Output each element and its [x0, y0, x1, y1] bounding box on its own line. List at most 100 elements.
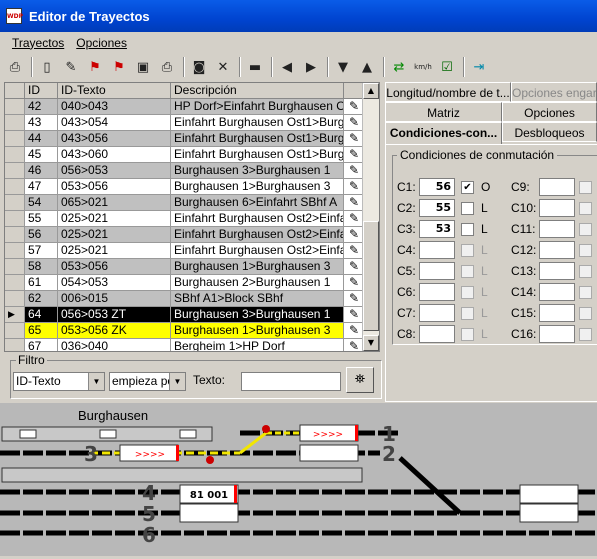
scroll-up-button[interactable]: ▲ [363, 83, 379, 99]
row-indicator[interactable] [5, 211, 25, 227]
cell-id[interactable]: 57 [25, 243, 58, 259]
cell-id[interactable]: 55 [25, 211, 58, 227]
cell-id-texto[interactable]: 053>056 [58, 179, 171, 195]
cell-id[interactable]: 44 [25, 131, 58, 147]
cell-descripcion[interactable]: SBhf A1>Block SBhf [171, 291, 344, 307]
row-indicator[interactable] [5, 291, 25, 307]
table-row[interactable]: ▶ 64 056>053 ZT Burghausen 3>Burghausen 1 ✎ [5, 307, 365, 323]
row-indicator[interactable] [5, 323, 25, 339]
row-indicator[interactable] [5, 99, 25, 115]
table-row[interactable]: 54 065>021 Burghausen 6>Einfahrt SBhf A ✎ [5, 195, 365, 211]
arrow-left-icon[interactable]: ◀ [276, 56, 298, 78]
tab-longitud[interactable]: Longitud/nombre de t... [385, 82, 511, 102]
condition-value-input[interactable] [539, 199, 575, 217]
row-indicator[interactable] [5, 179, 25, 195]
condition-checkbox[interactable] [579, 244, 592, 257]
table-row[interactable]: 44043>056Einfahrt Burghausen Ost1>Burgha… [5, 131, 365, 147]
condition-value-input[interactable] [539, 304, 575, 322]
cell-id-texto[interactable]: 025>021 [58, 211, 171, 227]
scroll-down-button[interactable]: ▼ [363, 335, 379, 351]
cell-id[interactable]: 45 [25, 147, 58, 163]
check-icon[interactable]: ☑ [436, 56, 458, 78]
cell-descripcion[interactable]: Einfahrt Burghausen Ost2>Einfahrt ! [171, 227, 344, 243]
row-indicator[interactable] [5, 275, 25, 291]
print-icon[interactable]: ⎙ [156, 56, 178, 78]
table-row[interactable]: 45043>060Einfahrt Burghausen Ost1>Burgha… [5, 147, 365, 163]
signal-red2-icon[interactable]: ⚑ [108, 56, 130, 78]
table-row[interactable]: 55025>021Einfahrt Burghausen Ost2>Einfah… [5, 211, 365, 227]
condition-checkbox[interactable]: ✔ [461, 181, 474, 194]
table-scrollbar[interactable]: ▲ ▼ [362, 83, 379, 351]
cell-id-texto[interactable]: 025>021 [58, 227, 171, 243]
new-icon[interactable]: ▯ [36, 56, 58, 78]
condition-value-input[interactable]: 55 [419, 199, 455, 217]
cell-id[interactable]: 65 [25, 323, 58, 339]
cell-id-texto[interactable]: 053>056 [58, 259, 171, 275]
cell-descripcion[interactable]: Einfahrt Burghausen Ost1>Burghau [171, 147, 344, 163]
condition-checkbox[interactable] [579, 286, 592, 299]
row-indicator[interactable] [5, 163, 25, 179]
header-id-texto[interactable]: ID-Texto [58, 83, 171, 99]
table-row[interactable]: 58 053>056 Burghausen 1>Burghausen 3 ✎ [5, 259, 365, 275]
condition-checkbox[interactable] [579, 181, 592, 194]
condition-checkbox[interactable] [461, 223, 474, 236]
condition-value-input[interactable] [419, 262, 455, 280]
save-icon[interactable]: ▣ [132, 56, 154, 78]
wizard-icon[interactable]: ✎ [60, 56, 82, 78]
condition-checkbox[interactable] [579, 265, 592, 278]
tab-condiciones[interactable]: Condiciones-con... [385, 122, 502, 145]
condition-checkbox[interactable] [461, 328, 474, 341]
filter-field-select[interactable]: ID-Texto ▼ [13, 372, 105, 391]
cell-descripcion[interactable]: Burghausen 1>Burghausen 3 [171, 323, 344, 339]
condition-checkbox[interactable] [579, 328, 592, 341]
speed-icon[interactable]: km/h [412, 56, 434, 78]
row-indicator[interactable] [5, 227, 25, 243]
row-indicator[interactable] [5, 259, 25, 275]
cell-id-texto[interactable]: 036>040 [58, 339, 171, 351]
cell-id[interactable]: 64 [25, 307, 58, 323]
cell-id-texto[interactable]: 053>056 ZK [58, 323, 171, 339]
condition-checkbox[interactable] [461, 265, 474, 278]
header-descripcion[interactable]: Descripción [171, 83, 344, 99]
cell-descripcion[interactable]: Burghausen 3>Burghausen 1 [171, 307, 344, 323]
condition-checkbox[interactable] [579, 307, 592, 320]
cell-descripcion[interactable]: Burghausen 6>Einfahrt SBhf A [171, 195, 344, 211]
table-row[interactable]: 62 006>015 SBhf A1>Block SBhf ✎ [5, 291, 365, 307]
current-row-pointer-icon[interactable]: ▶ [5, 307, 25, 323]
app-icon[interactable]: WDP [6, 8, 23, 24]
row-indicator[interactable] [5, 195, 25, 211]
cell-id-texto[interactable]: 054>053 [58, 275, 171, 291]
exit-icon[interactable]: ⇥ [468, 56, 490, 78]
condition-checkbox[interactable] [579, 223, 592, 236]
arrow-right-icon[interactable]: ▶ [300, 56, 322, 78]
tab-matriz[interactable]: Matriz [385, 102, 502, 122]
cell-id-texto[interactable]: 056>053 [58, 163, 171, 179]
menu-trayectos[interactable]: Trayectos [12, 36, 64, 50]
cell-descripcion[interactable]: Einfahrt Burghausen Ost1>Burghau [171, 115, 344, 131]
filter-mode-select[interactable]: empieza por ▼ [109, 372, 186, 391]
cell-id-texto[interactable]: 065>021 [58, 195, 171, 211]
scroll-thumb[interactable] [363, 221, 379, 331]
signal-red-icon[interactable]: ⚑ [84, 56, 106, 78]
tab-desbloqueos[interactable]: Desbloqueos [502, 122, 597, 142]
condition-value-input[interactable] [419, 325, 455, 343]
condition-value-input[interactable]: 53 [419, 220, 455, 238]
row-indicator[interactable] [5, 115, 25, 131]
chevron-down-icon[interactable]: ▼ [169, 373, 185, 390]
cell-descripcion[interactable]: Burghausen 1>Burghausen 3 [171, 259, 344, 275]
cell-id-texto[interactable]: 043>060 [58, 147, 171, 163]
binoculars-search-icon[interactable]: ⛯ [346, 367, 374, 393]
cell-id[interactable]: 54 [25, 195, 58, 211]
cell-id[interactable]: 67 [25, 339, 58, 351]
table-row[interactable]: 67 036>040 Bergheim 1>HP Dorf ✎ [5, 339, 365, 351]
menu-opciones[interactable]: Opciones [76, 36, 127, 50]
table-row[interactable]: 46 056>053 Burghausen 3>Burghausen 1 ✎ [5, 163, 365, 179]
condition-checkbox[interactable] [461, 286, 474, 299]
cell-descripcion[interactable]: Burghausen 3>Burghausen 1 [171, 163, 344, 179]
delete-icon[interactable]: ✕ [212, 56, 234, 78]
cell-id[interactable]: 61 [25, 275, 58, 291]
row-indicator[interactable] [5, 243, 25, 259]
table-row[interactable]: 57025>021Einfahrt Burghausen Ost2>Einfah… [5, 243, 365, 259]
swap-icon[interactable]: ⇄ [388, 56, 410, 78]
cell-id[interactable]: 43 [25, 115, 58, 131]
